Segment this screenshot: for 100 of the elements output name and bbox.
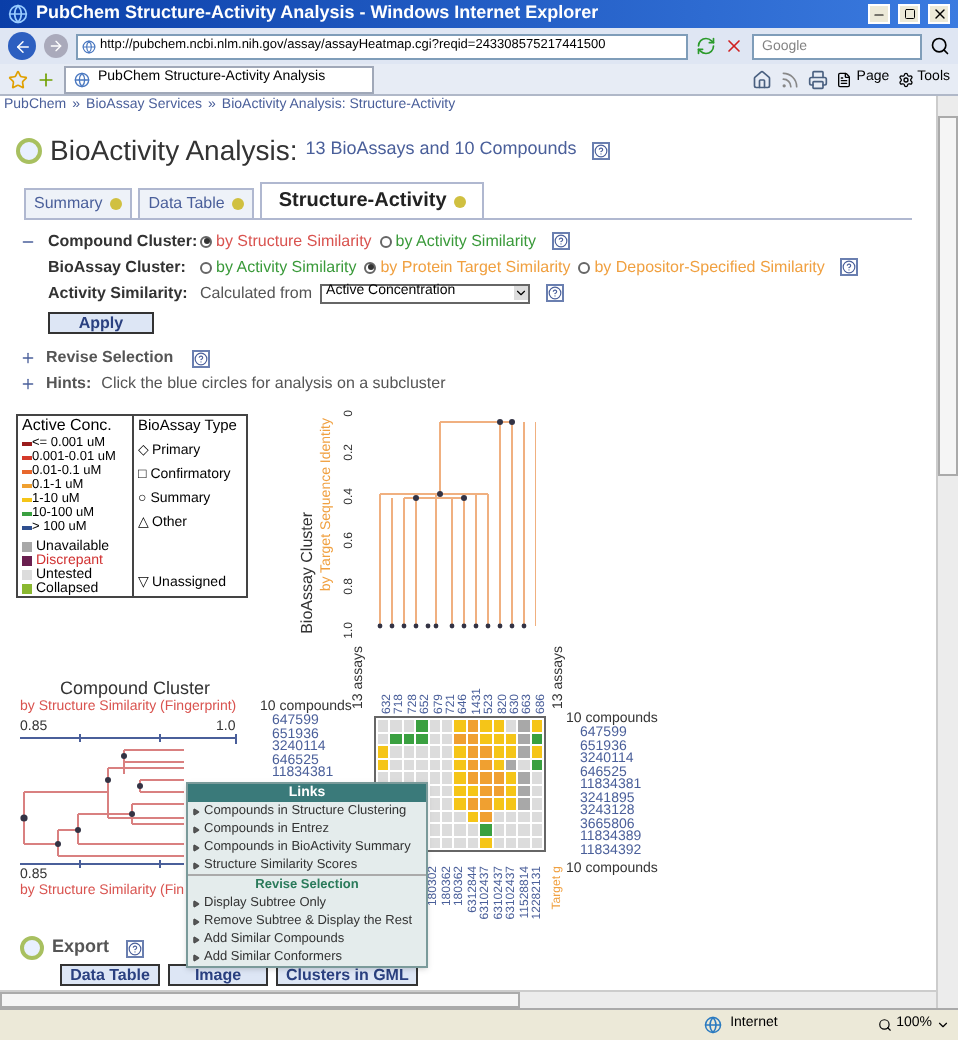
- tab[interactable]: Data Table: [138, 188, 255, 218]
- heatmap-cell[interactable]: [505, 824, 517, 835]
- heatmap-cell[interactable]: [454, 811, 466, 822]
- heatmap-cell[interactable]: [429, 720, 440, 731]
- heatmap-cell[interactable]: [441, 824, 453, 835]
- heatmap-cell[interactable]: [493, 746, 504, 757]
- heatmap-cell[interactable]: [493, 798, 504, 809]
- radio-label[interactable]: by Activity Similarity: [395, 229, 537, 253]
- heatmap-cell[interactable]: [441, 720, 453, 731]
- heatmap-cell[interactable]: [454, 785, 466, 796]
- heatmap-cell[interactable]: [467, 772, 479, 783]
- heatmap-cell[interactable]: [441, 798, 453, 809]
- heatmap-cell[interactable]: [518, 798, 530, 809]
- help-icon[interactable]: [191, 349, 210, 367]
- heatmap-cell[interactable]: [429, 785, 440, 796]
- horizontal-scrollbar[interactable]: [0, 990, 936, 1008]
- heatmap-cell[interactable]: [467, 811, 479, 822]
- expand-icon[interactable]: [20, 350, 36, 366]
- heatmap-cell[interactable]: [480, 798, 492, 809]
- favorites-icon[interactable]: [8, 69, 28, 89]
- heatmap-cell[interactable]: [454, 772, 466, 783]
- back-button[interactable]: [8, 32, 36, 60]
- heatmap-cell[interactable]: [390, 733, 402, 744]
- heatmap-cell[interactable]: [378, 772, 389, 783]
- heatmap-cell[interactable]: [441, 837, 453, 848]
- vertical-scrollbar[interactable]: [936, 96, 958, 1008]
- heatmap-cell[interactable]: [518, 733, 530, 744]
- heatmap-cell[interactable]: [467, 785, 479, 796]
- heatmap-cell[interactable]: [518, 837, 530, 848]
- heatmap-cell[interactable]: [441, 746, 453, 757]
- heatmap-cell[interactable]: [518, 824, 530, 835]
- heatmap-cell[interactable]: [518, 772, 530, 783]
- heatmap-cell[interactable]: [505, 733, 517, 744]
- heatmap-cell[interactable]: [416, 733, 428, 744]
- heatmap-cell[interactable]: [518, 785, 530, 796]
- print-icon[interactable]: [808, 69, 829, 89]
- heatmap-cell[interactable]: [480, 811, 492, 822]
- heatmap-cell[interactable]: [531, 785, 543, 796]
- heatmap-cell[interactable]: [378, 720, 389, 731]
- heatmap-cell[interactable]: [378, 759, 389, 770]
- apply-button[interactable]: Apply: [48, 312, 154, 334]
- tab[interactable]: Structure-Activity: [260, 182, 485, 218]
- search-button[interactable]: [930, 36, 950, 56]
- heatmap-cell[interactable]: [454, 759, 466, 770]
- heatmap-cell[interactable]: [454, 733, 466, 744]
- heatmap-cell[interactable]: [416, 746, 428, 757]
- maximize-button[interactable]: [898, 4, 920, 24]
- heatmap-cell[interactable]: [429, 824, 440, 835]
- heatmap-cell[interactable]: [454, 746, 466, 757]
- heatmap-cell[interactable]: [518, 746, 530, 757]
- heatmap-cell[interactable]: [441, 772, 453, 783]
- heatmap-cell[interactable]: [390, 772, 402, 783]
- heatmap-cell[interactable]: [505, 798, 517, 809]
- add-favorite-icon[interactable]: [36, 69, 56, 89]
- heatmap-cell[interactable]: [493, 811, 504, 822]
- heatmap-cell[interactable]: [416, 772, 428, 783]
- radio-label[interactable]: by Activity Similarity: [216, 255, 357, 279]
- heatmap-cell[interactable]: [467, 733, 479, 744]
- radio-button[interactable]: [578, 261, 591, 273]
- heatmap-cell[interactable]: [390, 759, 402, 770]
- heatmap-cell[interactable]: [454, 824, 466, 835]
- heatmap-cell[interactable]: [390, 746, 402, 757]
- radio-button[interactable]: [200, 261, 212, 273]
- heatmap-cell[interactable]: [441, 733, 453, 744]
- heatmap-cell[interactable]: [505, 811, 517, 822]
- home-icon[interactable]: [752, 69, 773, 89]
- close-button[interactable]: [928, 4, 950, 24]
- heatmap-cell[interactable]: [467, 746, 479, 757]
- heatmap-cell[interactable]: [429, 811, 440, 822]
- radio-button[interactable]: [200, 235, 212, 247]
- heatmap-cell[interactable]: [493, 733, 504, 744]
- heatmap-cell[interactable]: [505, 720, 517, 731]
- radio-label[interactable]: by Structure Similarity: [216, 229, 372, 253]
- heatmap-cell[interactable]: [378, 733, 389, 744]
- section-title[interactable]: Hints:: [46, 372, 92, 396]
- feeds-icon[interactable]: [780, 69, 801, 89]
- heatmap-cell[interactable]: [454, 798, 466, 809]
- heatmap-cell[interactable]: [531, 720, 543, 731]
- heatmap-cell[interactable]: [531, 759, 543, 770]
- heatmap-cell[interactable]: [493, 720, 504, 731]
- heatmap-cell[interactable]: [493, 837, 504, 848]
- heatmap-cell[interactable]: [505, 772, 517, 783]
- heatmap-cell[interactable]: [429, 759, 440, 770]
- heatmap-cell[interactable]: [480, 772, 492, 783]
- heatmap-cell[interactable]: [467, 798, 479, 809]
- heatmap-cell[interactable]: [403, 746, 415, 757]
- heatmap-cell[interactable]: [493, 772, 504, 783]
- heatmap-cell[interactable]: [480, 720, 492, 731]
- heatmap-cell[interactable]: [441, 785, 453, 796]
- help-icon[interactable]: [125, 939, 144, 957]
- heatmap-cell[interactable]: [441, 759, 453, 770]
- heatmap-cell[interactable]: [403, 720, 415, 731]
- heatmap-cell[interactable]: [441, 811, 453, 822]
- heatmap-cell[interactable]: [454, 837, 466, 848]
- heatmap-cell[interactable]: [531, 733, 543, 744]
- heatmap-cell[interactable]: [505, 746, 517, 757]
- heatmap-cell[interactable]: [403, 733, 415, 744]
- refresh-button[interactable]: [696, 36, 716, 56]
- radio-button[interactable]: [379, 235, 392, 247]
- heatmap-cell[interactable]: [480, 759, 492, 770]
